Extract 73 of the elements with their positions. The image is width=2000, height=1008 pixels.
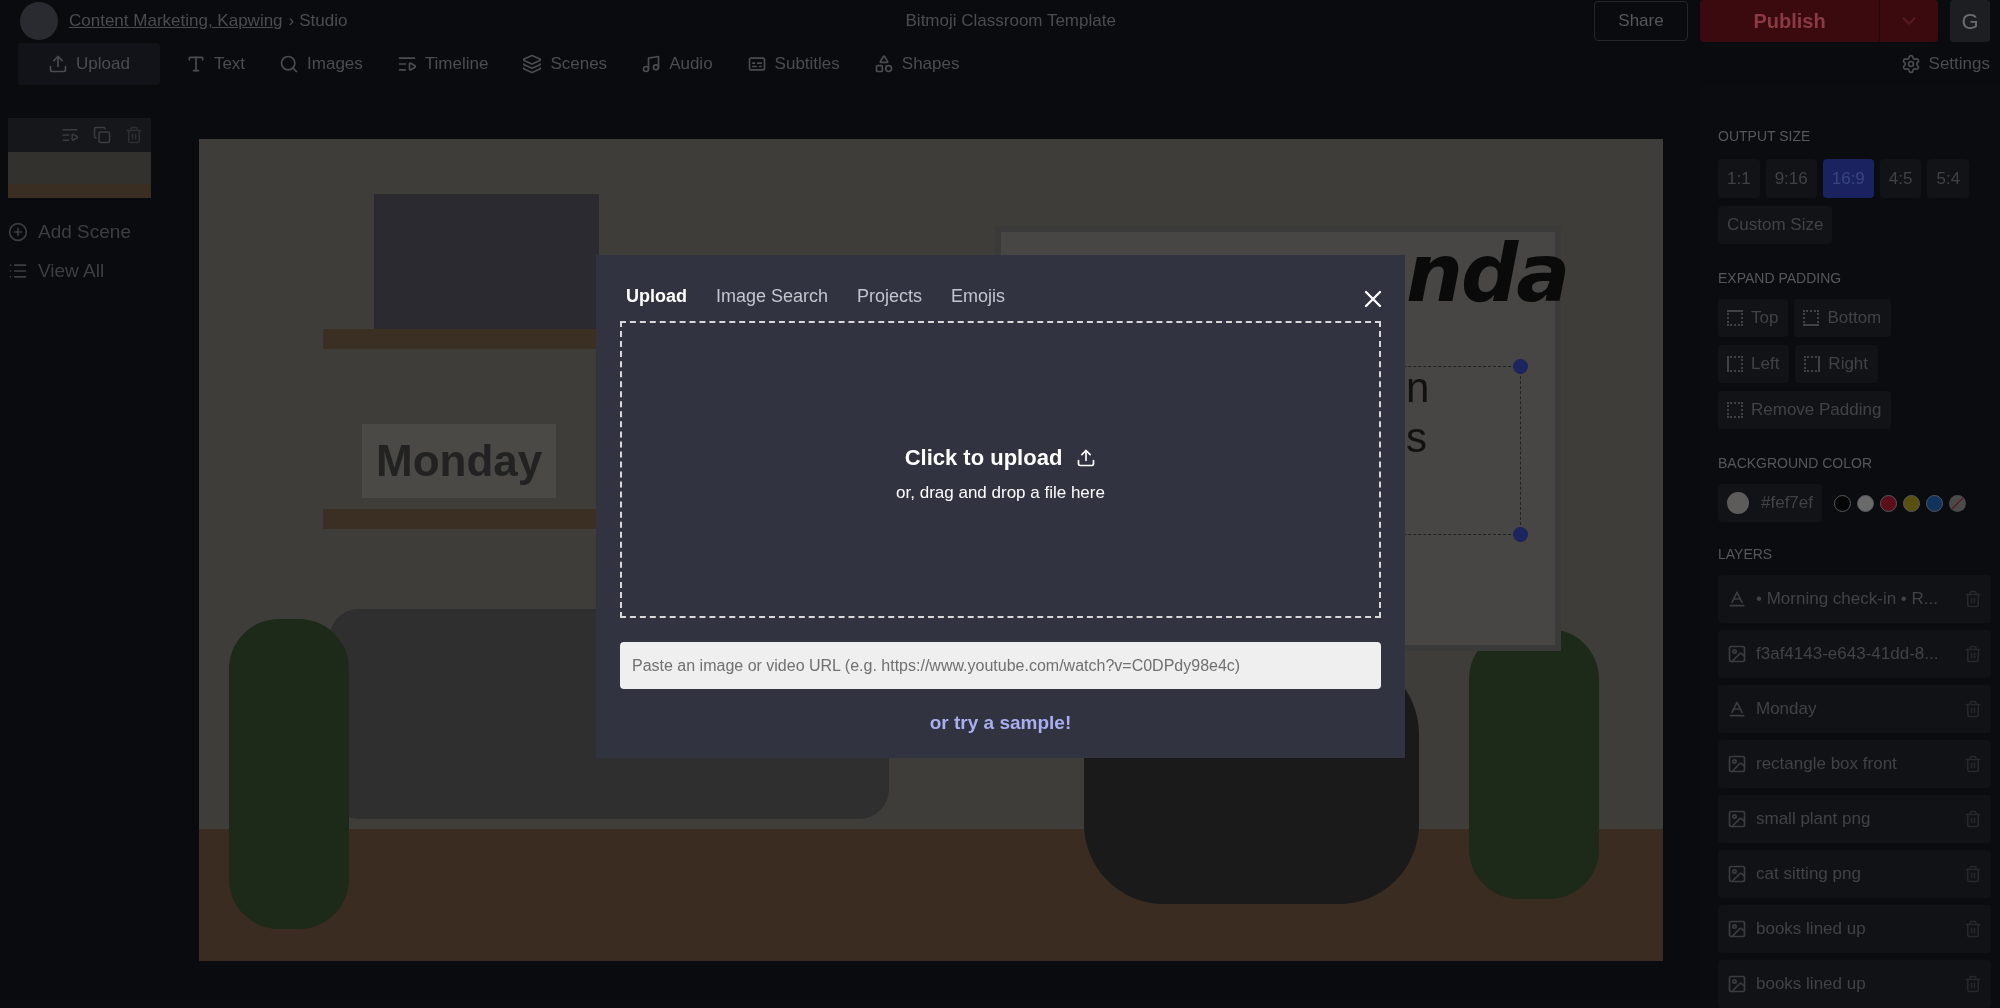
toolbar-tab[interactable]: Upload xyxy=(18,43,160,85)
breadcrumb-link[interactable]: Content Marketing, Kapwing xyxy=(69,8,283,34)
scene-thumbnail[interactable] xyxy=(8,118,151,198)
padding-icon xyxy=(1727,356,1743,372)
subtitles-icon xyxy=(746,54,767,74)
drop-zone[interactable]: Click to upload or, drag and drop a file here xyxy=(620,321,1381,618)
delete-icon[interactable] xyxy=(1964,920,1982,938)
image-layer-icon xyxy=(1727,974,1747,994)
delete-icon[interactable] xyxy=(125,126,143,144)
color-swatch[interactable] xyxy=(1834,494,1851,512)
url-input-field[interactable]: Paste an image or video URL (e.g. https://www.youtube.com/watch?v=C0DPdy98e4c) xyxy=(620,642,1381,689)
toolbar-tab[interactable]: Scenes xyxy=(518,43,612,85)
dialog-tab[interactable]: Image Search xyxy=(716,282,829,310)
music-note-icon xyxy=(641,54,662,74)
toolbar-tab[interactable]: Text xyxy=(181,43,250,85)
search-icon xyxy=(279,54,300,74)
duplicate-icon[interactable] xyxy=(93,126,111,144)
color-swatch[interactable] xyxy=(1926,494,1943,512)
padding-icon xyxy=(1727,402,1743,418)
toolbar-tab[interactable]: Subtitles xyxy=(742,43,844,85)
image-layer-icon xyxy=(1727,919,1747,939)
delete-icon[interactable] xyxy=(1964,645,1982,663)
color-swatch[interactable] xyxy=(1880,494,1897,512)
section-label: EXPAND PADDING xyxy=(1718,269,1843,288)
color-swatch[interactable] xyxy=(1903,494,1920,512)
upload-icon xyxy=(48,54,68,74)
color-swatch-icon xyxy=(1727,492,1749,514)
timeline-icon[interactable] xyxy=(61,126,79,144)
dialog-tab[interactable]: Projects xyxy=(857,282,923,310)
section-label: LAYERS xyxy=(1718,545,1774,564)
delete-icon[interactable] xyxy=(1964,590,1982,608)
upload-icon xyxy=(1076,447,1097,468)
text-layer-icon xyxy=(1727,589,1747,609)
dialog-tab[interactable]: Upload xyxy=(626,282,687,310)
timeline-icon xyxy=(396,54,417,74)
drop-title: Click to upload xyxy=(904,444,1063,473)
padding-icon xyxy=(1803,310,1820,326)
padding-icon xyxy=(1804,356,1821,372)
layers-icon xyxy=(522,54,543,74)
color-swatch[interactable] xyxy=(1857,494,1874,512)
image-layer-icon xyxy=(1727,809,1747,829)
breadcrumb-separator: › xyxy=(288,10,295,33)
delete-icon[interactable] xyxy=(1964,975,1982,993)
project-title: Bitmoji Classroom Template xyxy=(905,10,1116,33)
no-color-swatch[interactable] xyxy=(1949,494,1966,512)
image-layer-icon xyxy=(1727,644,1747,664)
settings-icon xyxy=(1900,54,1921,74)
dialog-tab[interactable]: Emojis xyxy=(951,282,1006,310)
toolbar-tab[interactable]: Shapes xyxy=(869,43,964,85)
share-button[interactable]: Share xyxy=(1594,1,1688,41)
board-title: nda xyxy=(1406,234,1569,314)
image-layer-icon xyxy=(1727,754,1747,774)
drop-hint: or, drag and drop a file here xyxy=(896,482,1105,505)
toolbar-tab[interactable]: Audio xyxy=(637,43,717,85)
account-button[interactable]: G xyxy=(1950,0,1990,42)
delete-icon[interactable] xyxy=(1964,865,1982,883)
shapes-icon xyxy=(873,54,894,74)
image-layer-icon xyxy=(1727,864,1747,884)
section-label: OUTPUT SIZE xyxy=(1718,127,1812,146)
publish-dropdown-button[interactable] xyxy=(1879,0,1938,42)
try-sample-link[interactable]: or try a sample! xyxy=(929,709,1072,738)
delete-icon[interactable] xyxy=(1964,810,1982,828)
text-layer-icon xyxy=(1727,699,1747,719)
breadcrumb-current: Studio xyxy=(299,10,348,33)
publish-button[interactable]: Publish xyxy=(1700,0,1879,42)
add-icon xyxy=(8,222,28,243)
delete-icon[interactable] xyxy=(1964,755,1982,773)
padding-icon xyxy=(1727,310,1743,326)
settings-button[interactable]: Settings xyxy=(1900,51,1990,77)
section-label: BACKGROUND COLOR xyxy=(1718,454,1874,473)
delete-icon[interactable] xyxy=(1964,700,1982,718)
toolbar-tab[interactable]: Images xyxy=(275,43,367,85)
toolbar-tab[interactable]: Timeline xyxy=(392,43,493,85)
